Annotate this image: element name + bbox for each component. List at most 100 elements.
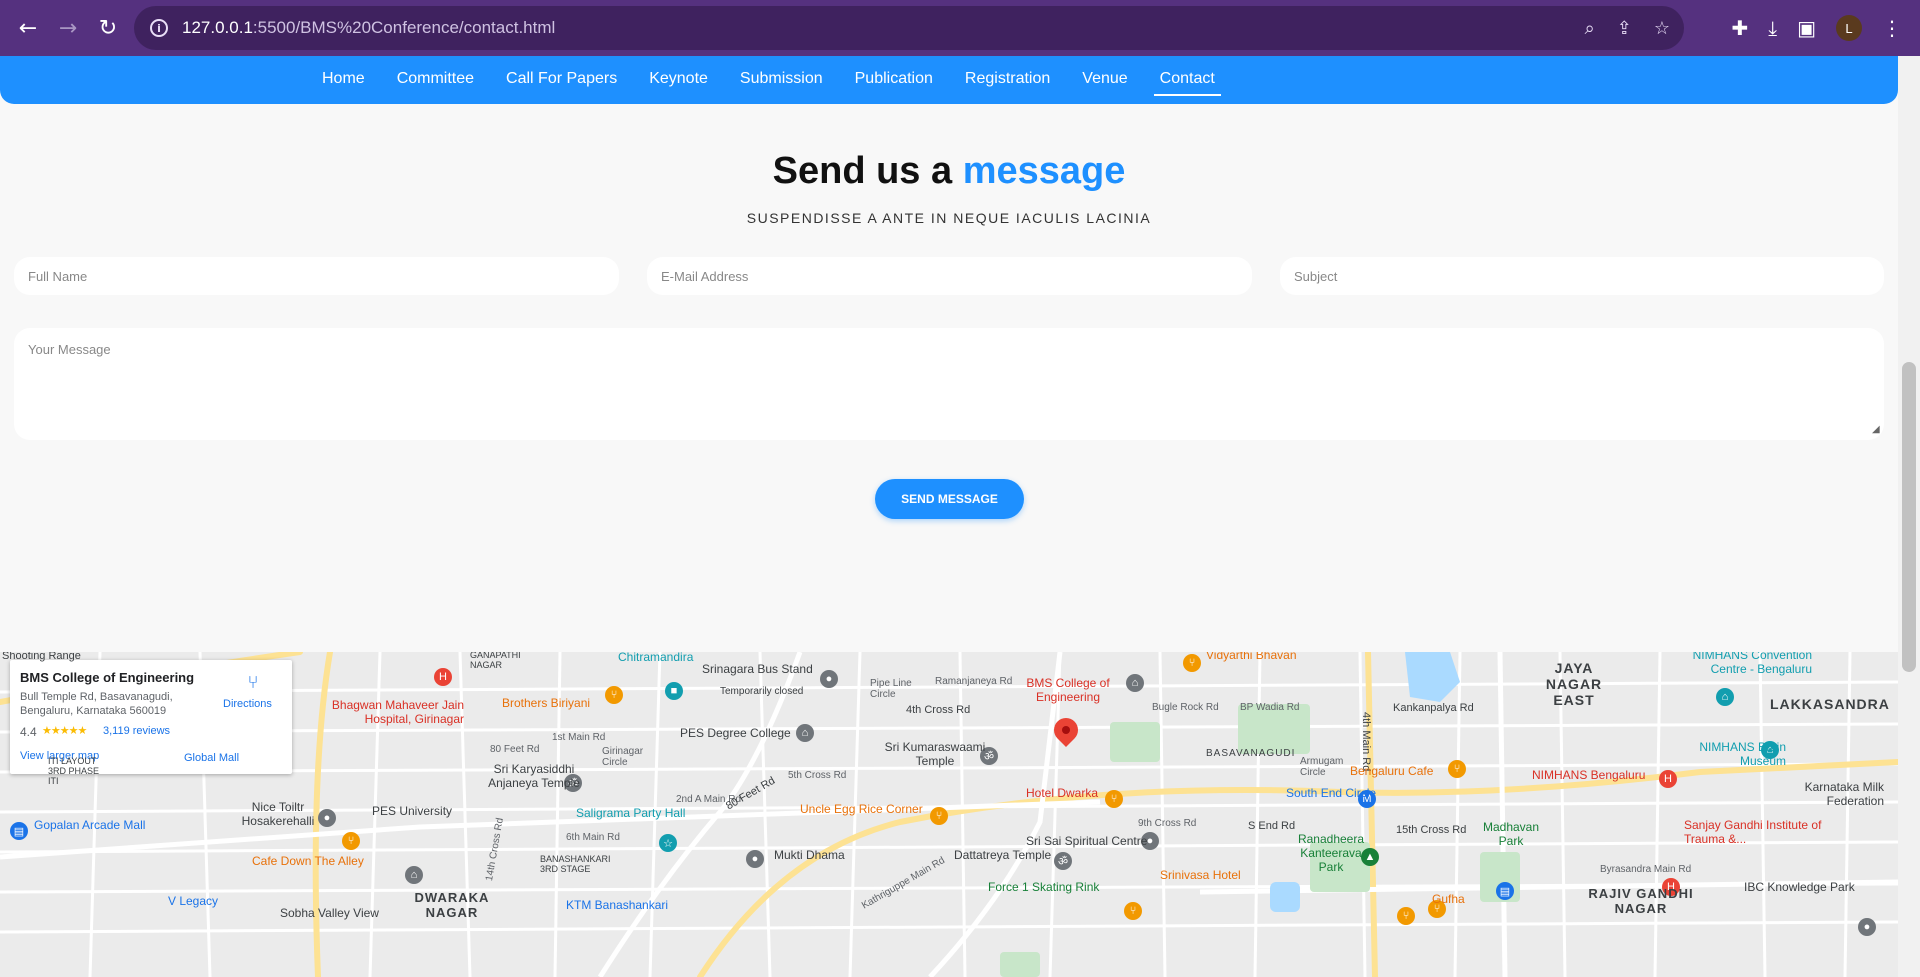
nav-submission[interactable]: Submission	[734, 64, 829, 96]
address-bar[interactable]: i 127.0.0.1:5500/BMS%20Conference/contac…	[134, 6, 1684, 50]
place-pin-icon[interactable]: ●	[746, 850, 764, 868]
restaurant-pin-icon[interactable]: ⑂	[605, 686, 623, 704]
place-title: BMS College of Engineering	[20, 670, 195, 685]
profile-avatar[interactable]: L	[1836, 15, 1862, 41]
map-label: 4th Cross Rd	[906, 704, 971, 716]
map-label: BANASHANKARI 3RD STAGE	[540, 854, 611, 874]
education-pin-icon[interactable]: ⌂	[796, 724, 814, 742]
email-field[interactable]	[647, 257, 1252, 295]
map-label: PES University	[372, 804, 453, 818]
bookmark-star-icon[interactable]: ☆	[1654, 18, 1670, 39]
education-pin-icon[interactable]: ⌂	[405, 866, 423, 884]
forward-arrow-icon[interactable]: →	[48, 8, 88, 48]
heading-text: Send us a	[772, 150, 963, 192]
restaurant-pin-icon[interactable]: ⑂	[1124, 902, 1142, 920]
map-label: 5th Cross Rd	[788, 770, 847, 781]
subject-field[interactable]	[1280, 257, 1884, 295]
map-label: 80 Feet Rd	[490, 744, 540, 755]
message-textarea[interactable]	[14, 328, 1884, 440]
zoom-icon[interactable]: ⌕	[1585, 18, 1595, 39]
map-label: JAYA NAGAR EAST	[1545, 660, 1603, 708]
map-label: BP Wadia Rd	[1240, 702, 1300, 713]
download-icon[interactable]: ⤓	[1768, 16, 1777, 40]
map-label: Sri Sai Spiritual Centre	[1026, 834, 1148, 848]
map-label: Temporarily closed	[720, 686, 804, 697]
map-label: Sri Karyasiddhi Anjaneya Temple	[488, 762, 580, 790]
heading-accent: message	[962, 150, 1126, 192]
map-label: Srinagara Bus Stand	[702, 662, 813, 676]
event-venue-pin-icon[interactable]: ☆	[659, 834, 677, 852]
site-info-icon[interactable]: i	[150, 19, 168, 37]
map-label: NIMHANS Convention Centre - Bengaluru	[1692, 652, 1812, 676]
nav-call-for-papers[interactable]: Call For Papers	[500, 64, 623, 96]
education-pin-icon[interactable]: ⌂	[1126, 674, 1144, 692]
map-label: 6th Main Rd	[566, 832, 620, 843]
reload-icon[interactable]: ↻	[88, 8, 128, 48]
nav-registration[interactable]: Registration	[959, 64, 1056, 96]
map-label: Bengaluru Cafe	[1350, 764, 1434, 778]
map-label: Girinagar Circle	[602, 746, 644, 768]
map-label: NIMHANS Bengaluru	[1532, 768, 1646, 782]
nav-contact[interactable]: Contact	[1153, 64, 1221, 96]
map-label: Brothers Biriyani	[502, 696, 591, 710]
map-label: Mukti Dhama	[774, 848, 845, 862]
menu-kebab-icon[interactable]: ⋮	[1882, 16, 1902, 40]
side-panel-icon[interactable]: ▣	[1797, 16, 1816, 40]
map-label: 9th Cross Rd	[1138, 818, 1197, 829]
browser-toolbar: ← → ↻ i 127.0.0.1:5500/BMS%20Conference/…	[0, 0, 1920, 56]
map-label: NIMHANS Brain Museum	[1699, 740, 1786, 768]
map-label: Nice Toiltr Hosakerehalli	[241, 800, 315, 828]
nav-venue[interactable]: Venue	[1076, 64, 1133, 96]
bus-stand-pin-icon[interactable]: ■	[665, 682, 683, 700]
map-label: PES Degree College	[680, 726, 791, 740]
map-label: Pipe Line Circle	[870, 678, 912, 700]
map-label: Madhavan Park	[1482, 820, 1540, 848]
full-name-field[interactable]	[14, 257, 619, 295]
temple-pin-icon[interactable]: ॐ	[1054, 852, 1072, 870]
nav-committee[interactable]: Committee	[391, 64, 480, 96]
textarea-resize-icon[interactable]: ◢	[1872, 424, 1884, 436]
hospital-pin-icon[interactable]: H	[434, 668, 452, 686]
share-icon[interactable]: ⇪	[1617, 18, 1632, 39]
nav-publication[interactable]: Publication	[849, 64, 939, 96]
map-label: Global Mall	[184, 752, 240, 764]
restaurant-pin-icon[interactable]: ⑂	[1448, 760, 1466, 778]
map-label: BASAVANAGUDI	[1206, 748, 1296, 759]
map-label: V Legacy	[168, 894, 219, 908]
extensions-puzzle-icon[interactable]: ✚	[1731, 16, 1748, 40]
nav-home[interactable]: Home	[316, 64, 371, 96]
restaurant-pin-icon[interactable]: ⑂	[930, 807, 948, 825]
restaurant-pin-icon[interactable]: ⑂	[1183, 654, 1201, 672]
shopping-pin-icon[interactable]: ▤	[10, 822, 28, 840]
map-label: 1st Main Rd	[552, 732, 606, 743]
place-address: Bull Temple Rd, Basavanagudi, Bengaluru,…	[20, 691, 173, 717]
shopping-pin-icon[interactable]: ▤	[1496, 882, 1514, 900]
map-label: KTM Banashankari	[566, 898, 669, 912]
map-label: Armugam Circle	[1300, 756, 1344, 778]
restaurant-pin-icon[interactable]: ⑂	[342, 832, 360, 850]
map-label: Sri Kumaraswaami Temple	[884, 740, 986, 768]
map-label: Byrasandra Main Rd	[1600, 864, 1692, 875]
back-arrow-icon[interactable]: ←	[8, 8, 48, 48]
map-label: 4th Main Rd	[1360, 712, 1372, 772]
map-label: South End Circle	[1286, 786, 1377, 800]
directions-icon[interactable]: ⑂	[242, 672, 264, 694]
map-label: Kankanpalya Rd	[1393, 702, 1474, 714]
map-label: Gufha	[1432, 892, 1465, 906]
nav-keynote[interactable]: Keynote	[643, 64, 714, 96]
reviews-link[interactable]: 3,119 reviews	[103, 725, 170, 737]
map-label: RAJIV GANDHI NAGAR	[1588, 886, 1694, 916]
contact-heading: Send us a message	[0, 150, 1898, 193]
museum-pin-icon[interactable]: ⌂	[1716, 688, 1734, 706]
map-label: GANAPATHI NAGAR	[470, 652, 521, 670]
send-message-button[interactable]: SEND MESSAGE	[875, 479, 1024, 519]
scrollbar-thumb[interactable]	[1902, 362, 1916, 672]
restaurant-pin-icon[interactable]: ⑂	[1105, 790, 1123, 808]
restaurant-pin-icon[interactable]: ⑂	[1397, 907, 1415, 925]
directions-link[interactable]: Directions	[223, 698, 272, 710]
place-pin-icon[interactable]: ●	[820, 670, 838, 688]
hospital-pin-icon[interactable]: H	[1659, 770, 1677, 788]
embedded-map[interactable]: BMS College of Engineering Bull Temple R…	[0, 652, 1898, 977]
place-pin-icon[interactable]: ●	[1858, 918, 1876, 936]
rating-stars-icon: ★★★★★	[42, 725, 87, 737]
